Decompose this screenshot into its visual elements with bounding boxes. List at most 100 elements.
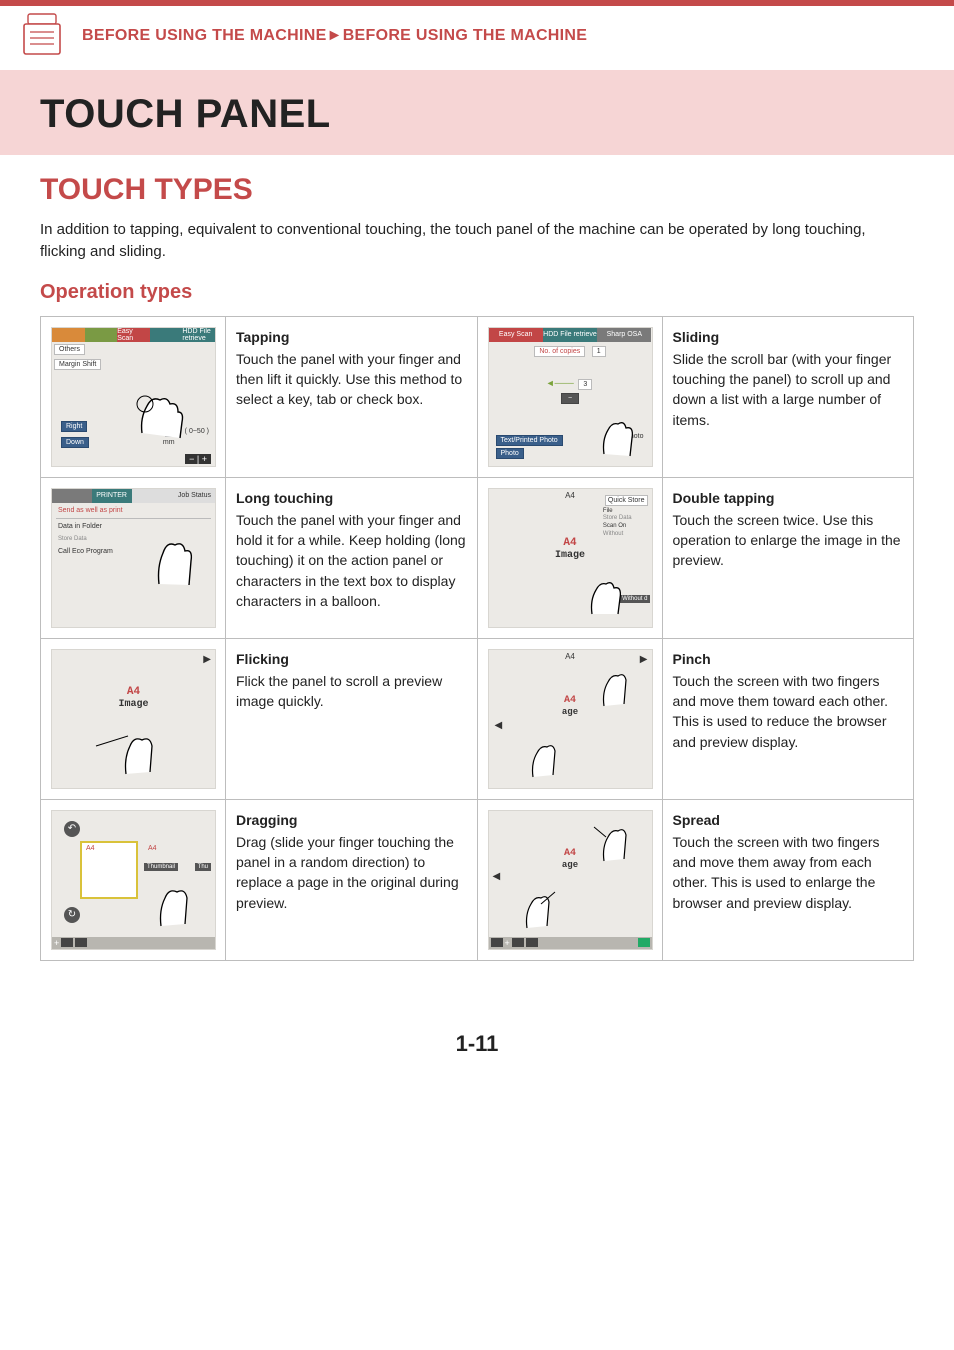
age: age <box>562 707 578 717</box>
op-title: Pinch <box>673 649 904 669</box>
op-title: Flicking <box>236 649 467 669</box>
op-desc: Drag (slide your finger touching the pan… <box>236 834 459 911</box>
tab: PRINTER <box>92 489 132 503</box>
finger-icon <box>574 566 634 621</box>
thumb-flicking: ▶ A4 Image <box>41 638 226 799</box>
store-data: Store Data <box>603 515 632 521</box>
finger-icon <box>135 519 205 599</box>
breadcrumb-right[interactable]: BEFORE USING THE MACHINE <box>343 27 588 44</box>
desc-double-tap: Double tapping Touch the screen twice. U… <box>662 477 914 638</box>
op-desc: Flick the panel to scroll a preview imag… <box>236 673 442 709</box>
without: Without <box>603 531 623 537</box>
file: File <box>603 508 613 514</box>
a4: A4 <box>86 845 95 852</box>
desc-tapping: Tapping Touch the panel with your finger… <box>226 316 478 477</box>
finger-icon <box>511 882 573 937</box>
a4-center: A4 <box>563 537 576 549</box>
label: Margin Shift <box>54 359 101 370</box>
btn-down: Down <box>61 437 89 448</box>
thumb-pinch: A4 ▶ ◀ A4 age <box>477 638 662 799</box>
thumb-double-tap: A4 Quick Store File Store Data Scan On W… <box>477 477 662 638</box>
tab: Sharp OSA <box>597 328 651 342</box>
a4: A4 <box>127 686 140 698</box>
desc-long-touch: Long touching Touch the panel with your … <box>226 477 478 638</box>
tab <box>150 328 183 342</box>
tab: Easy Scan <box>117 328 150 342</box>
page-number: 1-11 <box>0 1001 954 1097</box>
intro-paragraph: In addition to tapping, equivalent to co… <box>40 219 914 263</box>
image-label: Image <box>118 699 148 710</box>
num: 3 <box>578 379 592 390</box>
age: age <box>562 860 578 870</box>
thumb-sliding: Easy Scan HDD File retrieve Sharp OSA No… <box>477 316 662 477</box>
play-icon: ▶ <box>203 654 211 665</box>
arrow-left-icon: ◄─── <box>546 378 574 388</box>
tab <box>85 328 118 342</box>
table-row: PRINTER Job Status Send as well as print… <box>41 477 914 638</box>
op-desc: Touch the panel with your finger and the… <box>236 351 462 408</box>
desc-dragging: Dragging Drag (slide your finger touchin… <box>226 799 478 960</box>
item: Photo <box>496 448 524 459</box>
tab <box>52 328 85 342</box>
quick: Quick Store <box>605 495 648 506</box>
play-left-icon: ◀ <box>495 720 503 731</box>
desc-pinch: Pinch Touch the screen with two fingers … <box>662 638 914 799</box>
op-desc: Touch the screen twice. Use this operati… <box>673 512 901 569</box>
op-title: Long touching <box>236 488 467 508</box>
subsection-title: Operation types <box>40 281 914 304</box>
header-bar: BEFORE USING THE MACHINE►BEFORE USING TH… <box>0 6 954 70</box>
table-row: Easy Scan HDD File retrieve Others Margi… <box>41 316 914 477</box>
op-title: Sliding <box>673 327 904 347</box>
a4: A4 <box>564 848 576 859</box>
scan-on: Scan On <box>603 523 626 529</box>
thumb-tapping: Easy Scan HDD File retrieve Others Margi… <box>41 316 226 477</box>
op-desc: Touch the screen with two fingers and mo… <box>673 673 889 750</box>
op-desc: Touch the screen with two fingers and mo… <box>673 834 880 911</box>
plus-minus: − | + <box>185 454 211 464</box>
breadcrumb-sep: ► <box>327 27 343 44</box>
copies-val: 1 <box>592 346 606 357</box>
page-title: TOUCH PANEL <box>40 92 914 137</box>
finger-icon <box>588 815 650 870</box>
op-title: Double tapping <box>673 488 904 508</box>
op-desc: Slide the scroll bar (with your finger t… <box>673 351 892 428</box>
no-copies: No. of copies <box>534 346 585 357</box>
rotate-icon: ↻ <box>64 907 80 923</box>
op-title: Spread <box>673 810 904 830</box>
back-icon: ↶ <box>64 821 80 837</box>
content-area: TOUCH TYPES In addition to tapping, equi… <box>0 155 954 1001</box>
tab <box>52 489 92 503</box>
finger-icon <box>517 731 577 786</box>
table-row: ▶ A4 Image Flicking Flick the panel to s… <box>41 638 914 799</box>
item: Text/Printed Photo <box>496 435 563 446</box>
desc-spread: Spread Touch the screen with two fingers… <box>662 799 914 960</box>
image-label: Image <box>555 550 585 561</box>
finger-icon <box>78 714 168 784</box>
table-row: ↶ A4 A4 Thumbnail Thu ↻ + <box>41 799 914 960</box>
toolbar: + <box>489 937 652 949</box>
manual-section-icon <box>20 12 68 60</box>
finger-icon <box>112 378 192 448</box>
thumb-long-touch: PRINTER Job Status Send as well as print… <box>41 477 226 638</box>
tab: Easy Scan <box>489 328 543 342</box>
send-label: Send as well as print <box>54 505 213 516</box>
operations-table: Easy Scan HDD File retrieve Others Margi… <box>40 316 914 961</box>
finger-icon <box>141 870 211 935</box>
toolbar: + <box>52 937 215 949</box>
finger-icon <box>584 404 644 464</box>
op-desc: Touch the panel with your finger and hol… <box>236 512 466 609</box>
minus: − <box>561 393 579 404</box>
breadcrumb[interactable]: BEFORE USING THE MACHINE►BEFORE USING TH… <box>82 27 587 45</box>
play-left-icon: ◀ <box>493 871 501 882</box>
breadcrumb-left[interactable]: BEFORE USING THE MACHINE <box>82 27 327 44</box>
section-title: TOUCH TYPES <box>40 173 914 207</box>
label: Others <box>54 344 85 355</box>
op-title: Dragging <box>236 810 467 830</box>
finger-icon <box>588 660 648 715</box>
tab: HDD File retrieve <box>182 328 215 342</box>
title-band: TOUCH PANEL <box>0 70 954 155</box>
op-title: Tapping <box>236 327 467 347</box>
job-status: Job Status <box>132 489 216 503</box>
thumb-dragging: ↶ A4 A4 Thumbnail Thu ↻ + <box>41 799 226 960</box>
btn-right: Right <box>61 421 87 432</box>
